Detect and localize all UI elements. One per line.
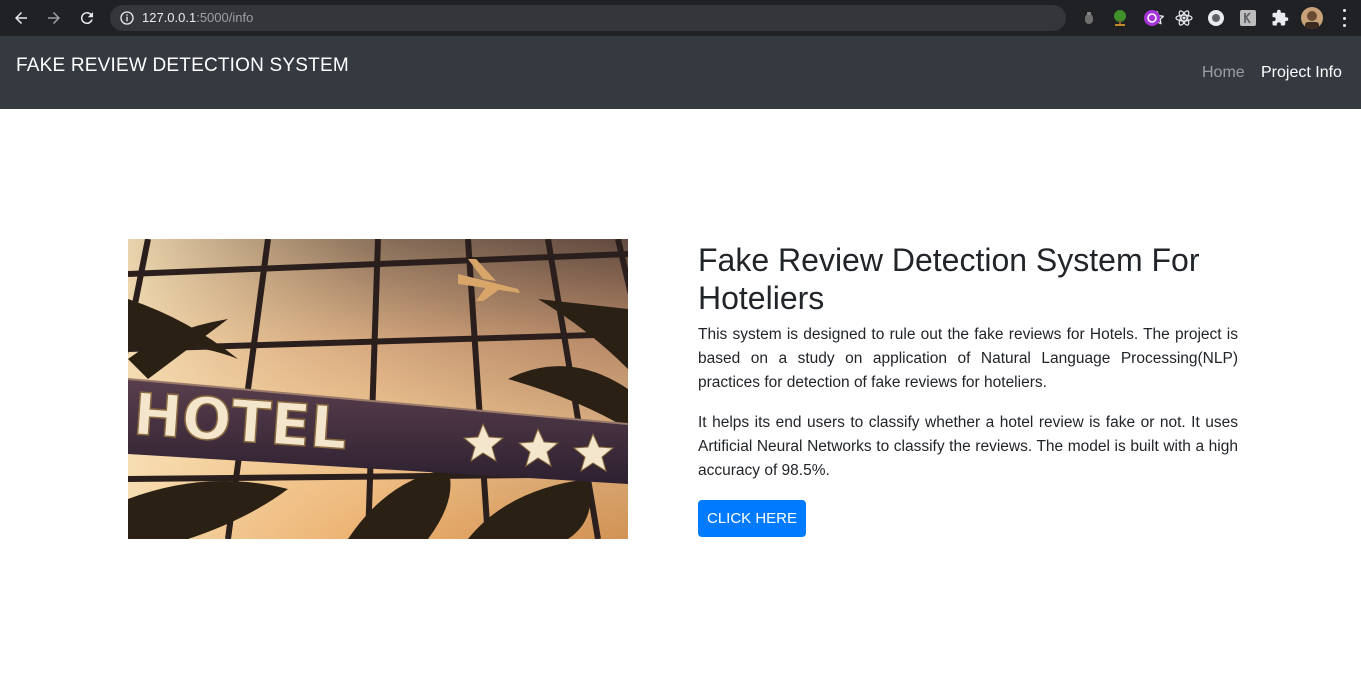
profile-avatar[interactable] xyxy=(1301,7,1323,29)
intro-paragraph: This system is designed to rule out the … xyxy=(698,326,1238,391)
forward-icon[interactable] xyxy=(43,7,65,29)
click-here-button[interactable]: CLICK HERE xyxy=(698,500,806,537)
k-extension-icon[interactable] xyxy=(1239,9,1257,27)
details-paragraph: It helps its end users to classify wheth… xyxy=(698,414,1238,479)
nav-link-home[interactable]: Home xyxy=(1202,64,1245,82)
extensions-icon[interactable] xyxy=(1271,9,1289,27)
site-brand[interactable]: FAKE REVIEW DETECTION SYSTEM xyxy=(16,55,349,77)
url-text: 127.0.0.1:5000/info xyxy=(142,10,253,26)
back-icon[interactable] xyxy=(10,7,32,29)
hotel-sign-image: HOTEL xyxy=(128,239,628,539)
site-navbar: FAKE REVIEW DETECTION SYSTEM Home Projec… xyxy=(0,36,1361,109)
reload-icon[interactable] xyxy=(76,7,98,29)
menu-icon[interactable] xyxy=(1337,9,1351,27)
info-icon[interactable] xyxy=(119,10,135,26)
url-host: 127.0.0.1 xyxy=(142,10,197,25)
url-path: :5000/info xyxy=(196,10,254,25)
circle-extension-icon[interactable] xyxy=(1207,9,1225,27)
browser-toolbar: 127.0.0.1:5000/info xyxy=(0,0,1361,36)
purple-extension-icon[interactable] xyxy=(1143,9,1161,27)
nav-link-project-info[interactable]: Project Info xyxy=(1261,64,1342,82)
extension-icon[interactable] xyxy=(1080,9,1098,27)
react-devtools-icon[interactable] xyxy=(1175,9,1193,27)
address-bar[interactable]: 127.0.0.1:5000/info xyxy=(110,5,1165,31)
page-heading: Fake Review Detection System For Hotelie… xyxy=(698,242,1200,316)
tree-extension-icon[interactable] xyxy=(1111,9,1129,27)
